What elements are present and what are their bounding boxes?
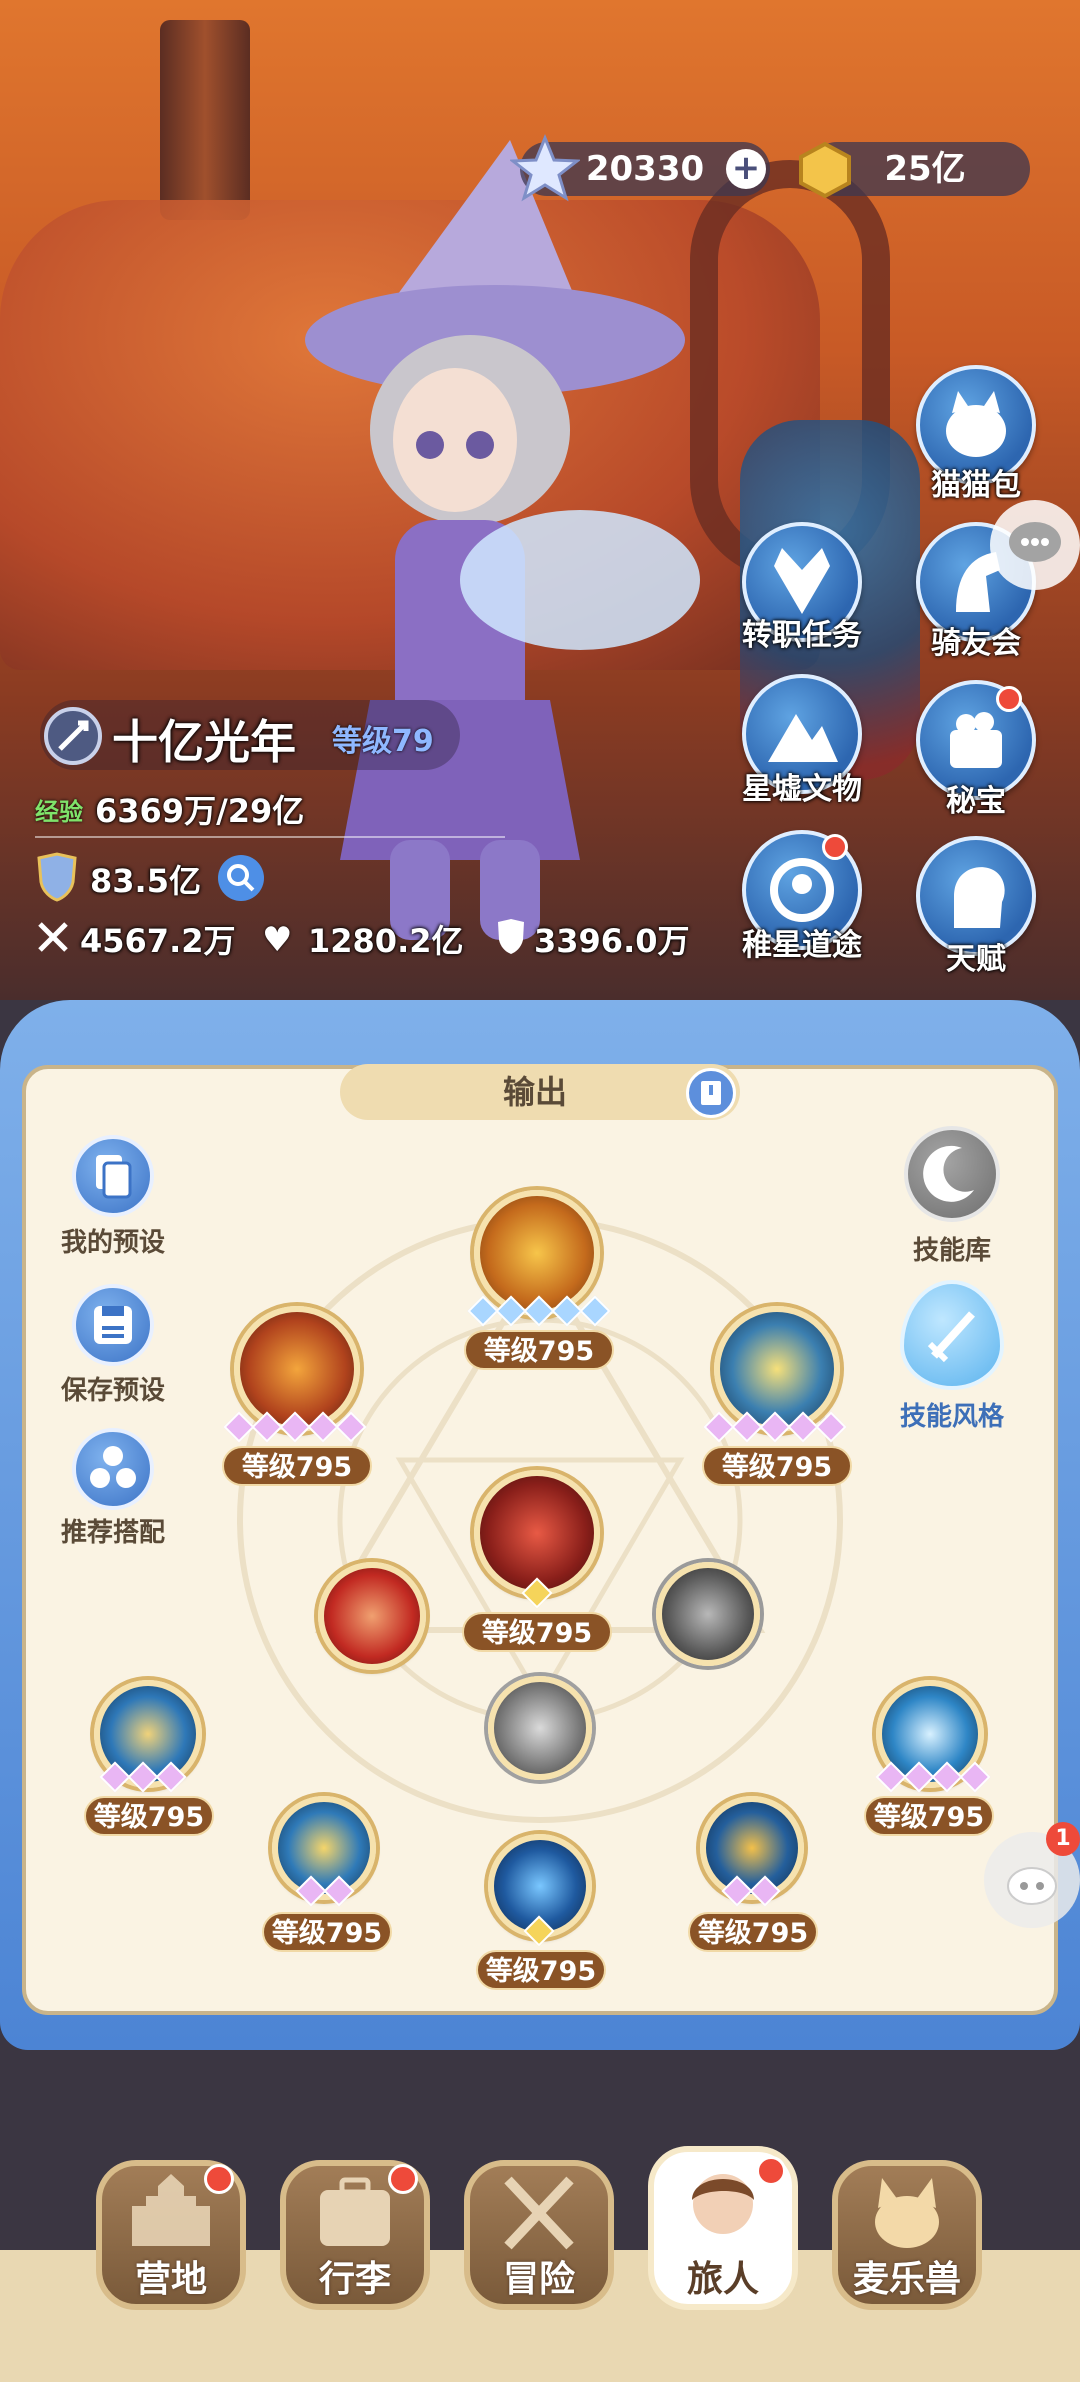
skill-style-button[interactable]	[900, 1280, 1004, 1390]
class-emblem-icon	[42, 705, 104, 767]
star-icon	[508, 134, 582, 204]
nav-traveler-label: 旅人	[686, 2259, 759, 2300]
skill-level: 等级795	[464, 1330, 614, 1370]
rider-club-label: 骑友会	[931, 626, 1021, 661]
cat-bag-label: 猫猫包	[931, 468, 1021, 503]
player-name: 十亿光年	[112, 715, 296, 769]
treasure-label: 秘宝	[946, 784, 1006, 819]
skill-level: 等级795	[262, 1912, 392, 1952]
stars-value: 20330	[585, 149, 705, 189]
chat-button[interactable]	[990, 500, 1080, 590]
defense-shield-icon	[494, 918, 528, 956]
cards-icon	[96, 1155, 132, 1199]
nav-luggage-label: 行李	[318, 2259, 391, 2300]
star-path-label: 稚星道途	[742, 928, 862, 963]
star-relics-label: 星墟文物	[742, 772, 862, 807]
skill-level: 等级795	[476, 1950, 606, 1990]
recommended-build-button[interactable]	[72, 1428, 154, 1510]
traveler-badge	[756, 2156, 786, 2186]
luggage-badge	[388, 2164, 418, 2194]
crossed-swords-icon	[34, 918, 72, 956]
talent-label: 天赋	[946, 942, 1006, 977]
crossed-swords-icon	[504, 2176, 574, 2250]
skill-level: 等级795	[462, 1612, 612, 1652]
assistant-badge: 1	[1046, 1822, 1080, 1856]
player-level: 等级79	[332, 724, 434, 759]
skill-level: 等级795	[688, 1912, 818, 1952]
skill-slot-passive-left[interactable]	[318, 1562, 426, 1670]
skill-level: 等级795	[222, 1446, 372, 1486]
skill-level: 等级795	[702, 1446, 852, 1486]
cat-icon	[875, 2178, 939, 2248]
combo-icon	[90, 1446, 136, 1488]
skill-slot-bottom-left[interactable]	[272, 1796, 376, 1900]
power-shield-icon	[35, 852, 79, 902]
exp-value: 6369万/29亿	[95, 792, 305, 830]
skill-library-button[interactable]	[904, 1126, 1000, 1222]
defense-value: 3396.0万	[534, 922, 690, 960]
heart-icon: ♥	[262, 920, 293, 960]
add-stars-button[interactable]: +	[726, 149, 766, 189]
exp-label: 经验	[35, 798, 83, 826]
recommended-build-label: 推荐搭配	[60, 1518, 165, 1548]
skill-slot-passive-right[interactable]	[656, 1562, 760, 1666]
star-path-badge	[822, 834, 848, 860]
book-icon	[701, 1081, 721, 1105]
skill-style-label: 技能风格	[899, 1402, 1004, 1432]
skill-library-label: 技能库	[912, 1236, 991, 1266]
skill-slot-bottom-right[interactable]	[700, 1796, 804, 1900]
save-preset-label: 保存预设	[60, 1376, 165, 1406]
chat-icon	[1009, 522, 1061, 562]
game-screen: 20330 + 25亿 猫猫包 骑友会 转职任务 秘宝 星墟文物 天赋 稚星道途	[0, 0, 1080, 2382]
save-preset-button[interactable]	[72, 1284, 154, 1366]
attack-value: 4567.2万	[80, 922, 236, 960]
magnifier-icon	[227, 864, 255, 892]
skill-level: 等级795	[864, 1796, 994, 1836]
gold-coin-icon	[795, 140, 855, 200]
save-icon	[94, 1306, 132, 1344]
power-value: 83.5亿	[90, 862, 201, 900]
skill-slot-passive-bottom[interactable]	[488, 1676, 592, 1780]
moon-icon	[923, 1145, 974, 1202]
chimney-decoration	[160, 20, 250, 220]
skill-info-button[interactable]	[686, 1068, 736, 1118]
my-presets-label: 我的预设	[60, 1228, 165, 1258]
player-character[interactable]	[280, 100, 710, 960]
treasure-badge	[996, 686, 1022, 712]
exp-divider	[35, 836, 505, 838]
nav-adventure-label: 冒险	[502, 2259, 575, 2300]
nav-camp-label: 营地	[134, 2259, 207, 2300]
nav-pets-label: 麦乐兽	[852, 2259, 961, 2300]
camp-badge	[204, 2164, 234, 2194]
sword-icon	[927, 1311, 975, 1363]
tab-output[interactable]: 输出	[340, 1064, 730, 1120]
skill-level: 等级795	[84, 1796, 214, 1836]
job-quest-label: 转职任务	[742, 618, 862, 653]
gold-value: 25亿	[884, 149, 966, 189]
power-detail-button[interactable]	[218, 855, 264, 901]
hp-value: 1280.2亿	[308, 922, 464, 960]
my-presets-button[interactable]	[72, 1135, 154, 1217]
